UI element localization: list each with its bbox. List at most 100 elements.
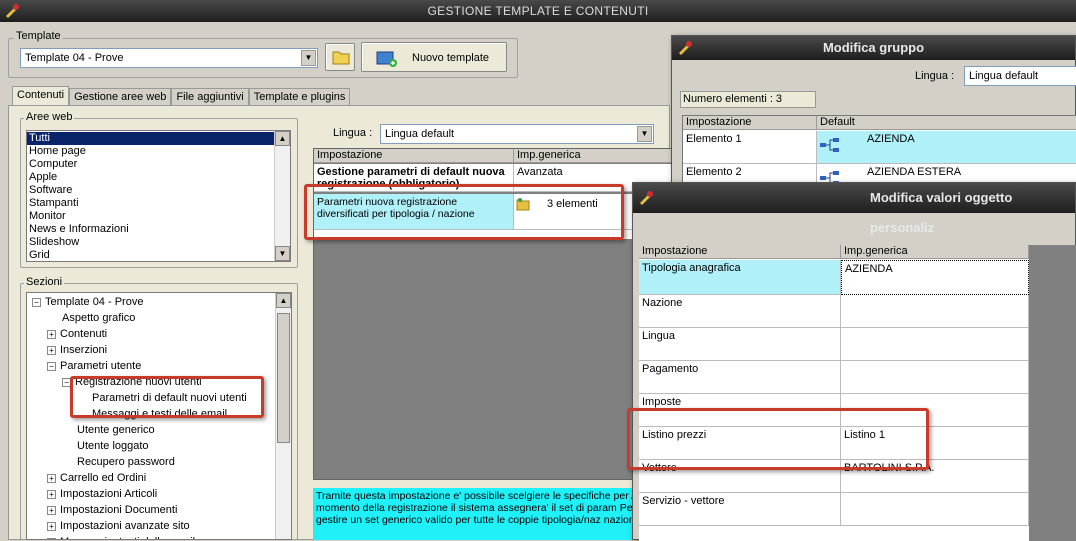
grid-header-impgenerica: Imp.generica [514, 149, 672, 163]
aree-web-item[interactable]: News e Informazioni [27, 223, 275, 236]
valori-row-name: Lingua [639, 328, 841, 361]
aree-web-label: Aree web [24, 111, 75, 123]
tree-item-label: Impostazioni Documenti [60, 504, 178, 516]
aree-web-item[interactable]: Slideshow [27, 236, 275, 249]
gruppo-header-default: Default [817, 116, 1076, 130]
window-titlebar: GESTIONE TEMPLATE E CONTENUTI [0, 0, 1076, 22]
chevron-down-icon[interactable]: ▼ [301, 50, 316, 66]
tab-strip: Contenuti Gestione aree web File aggiunt… [12, 86, 351, 106]
lingua-select[interactable]: Lingua default ▼ [380, 124, 654, 144]
tree-item[interactable]: + Inserzioni [47, 342, 107, 358]
valori-row-name: Nazione [639, 295, 841, 328]
tree-item[interactable]: Recupero password [62, 454, 175, 470]
gruppo-count: Numero elementi : 3 [680, 91, 816, 108]
aree-web-item[interactable]: Home page [27, 145, 275, 158]
expand-icon[interactable]: + [47, 521, 56, 531]
tree-item[interactable]: Utente loggato [62, 438, 149, 454]
valori-header-impgenerica: Imp.generica [841, 245, 1029, 259]
collapse-icon[interactable]: − [32, 297, 41, 307]
aree-web-item[interactable]: Grid [27, 249, 275, 262]
tree-item-label: Recupero password [77, 456, 175, 468]
app-icon [6, 4, 19, 18]
tree-item[interactable]: Aspetto grafico [47, 310, 135, 326]
aree-web-item[interactable]: Tutti [27, 132, 275, 145]
tree-item[interactable]: Utente generico [62, 422, 155, 438]
collapse-icon[interactable]: − [47, 361, 56, 371]
valori-row-value[interactable] [841, 493, 1029, 526]
valori-row-value[interactable] [841, 328, 1029, 361]
chevron-down-icon[interactable]: ▼ [637, 126, 652, 142]
valori-row-value[interactable]: AZIENDA [841, 260, 1029, 295]
callout-tree-highlight [70, 376, 264, 418]
valori-grid: Impostazione Imp.generica Tipologia anag… [639, 245, 1076, 541]
info-panel: Tramite questa impostazione e' possibile… [313, 488, 671, 540]
tree-item[interactable]: + Impostazioni Documenti [47, 502, 177, 518]
tree-item[interactable]: − Template 04 - Prove [32, 294, 143, 310]
aree-web-item[interactable]: Software [27, 184, 275, 197]
tab-gestione-aree-web[interactable]: Gestione aree web [69, 88, 172, 106]
gruppo-lingua-select[interactable]: Lingua default [964, 66, 1076, 86]
scroll-down-icon[interactable]: ▼ [275, 246, 290, 261]
info-text: Tramite questa impostazione e' possibile… [316, 490, 644, 526]
gruppo-row-value[interactable]: AZIENDA [817, 131, 1076, 164]
modifica-gruppo-title: Modifica gruppo [822, 40, 925, 55]
sezioni-scrollbar[interactable]: ▲ [275, 293, 291, 539]
scroll-thumb[interactable] [277, 313, 290, 443]
valori-row-value[interactable] [841, 295, 1029, 328]
template-select[interactable]: Template 04 - Prove ▼ [20, 48, 318, 68]
sezioni-label: Sezioni [24, 276, 65, 288]
window-title: GESTIONE TEMPLATE E CONTENUTI [427, 4, 649, 18]
template-group-label: Template [14, 30, 63, 42]
new-template-icon [376, 51, 397, 67]
tree-item-label: Impostazioni Articoli [60, 488, 158, 500]
gruppo-row-name: Elemento 1 [683, 131, 817, 164]
tab-template-plugins[interactable]: Template e plugins [248, 88, 351, 106]
new-template-label: Nuovo template [412, 52, 490, 64]
tab-file-aggiuntivi[interactable]: File aggiuntivi [171, 88, 249, 106]
tree-item-label: Carrello ed Ordini [60, 472, 147, 484]
scroll-up-icon[interactable]: ▲ [276, 293, 291, 308]
modifica-valori-dialog: Modifica valori oggetto personaliz Impos… [632, 182, 1076, 541]
lingua-label: Lingua : [333, 127, 373, 139]
tree-item[interactable]: + Impostazioni avanzate sito [47, 518, 190, 534]
aree-web-scrollbar[interactable]: ▲ ▼ [274, 131, 290, 261]
tree-item-label: Impostazioni avanzate sito [60, 520, 190, 532]
new-template-button[interactable]: Nuovo template [361, 42, 507, 72]
tree-item[interactable]: + Carrello ed Ordini [47, 470, 146, 486]
grid-header-impostazione: Impostazione [314, 149, 514, 163]
aree-web-item[interactable]: Stampanti [27, 197, 275, 210]
folder-icon [332, 51, 350, 65]
aree-web-item[interactable]: Monitor [27, 210, 275, 223]
expand-icon[interactable]: + [47, 473, 56, 483]
gruppo-header-impostazione: Impostazione [683, 116, 817, 130]
tree-item-label: Utente loggato [77, 440, 149, 452]
valori-grid-body: Impostazione Imp.generica Tipologia anag… [639, 245, 1029, 541]
hierarchy-icon [820, 138, 839, 152]
aree-web-item[interactable]: Apple [27, 171, 275, 184]
tree-item[interactable]: − Parametri utente [47, 358, 141, 374]
tree-item-label: Contenuti [60, 328, 108, 340]
tree-item-label: Parametri utente [60, 360, 142, 372]
open-folder-button[interactable] [325, 43, 355, 71]
valori-row-value[interactable] [841, 361, 1029, 394]
callout-grid-highlight [304, 184, 624, 240]
gruppo-lingua-value: Lingua default [969, 70, 1039, 82]
tree-item[interactable]: + Impostazioni Articoli [47, 486, 157, 502]
expand-icon[interactable]: + [47, 329, 56, 339]
expand-icon[interactable]: + [47, 345, 56, 355]
scroll-up-icon[interactable]: ▲ [275, 131, 290, 146]
valori-row-name: Servizio - vettore [639, 493, 841, 526]
aree-web-list[interactable]: Tutti Home page Computer Apple Software Stamp… [26, 130, 291, 262]
aree-web-item[interactable]: Computer [27, 158, 275, 171]
tree-item[interactable]: + Contenuti [47, 326, 107, 342]
tab-contenuti[interactable]: Contenuti [12, 86, 70, 106]
tree-item[interactable]: +Messaggi e testi delle email [47, 534, 195, 539]
expand-icon[interactable]: + [47, 489, 56, 499]
tree-item-label: Messaggi e testi delle email [60, 536, 195, 539]
tree-item-label: Template 04 - Prove [45, 296, 144, 308]
modifica-gruppo-dialog: Modifica gruppo Lingua : Lingua default … [671, 35, 1076, 197]
tree-item-label: Aspetto grafico [62, 312, 136, 324]
expand-icon[interactable]: + [47, 505, 56, 515]
gruppo-row-value-text: AZIENDA [867, 133, 915, 145]
modifica-valori-title: Modifica valori oggetto personaliz [870, 190, 1013, 235]
